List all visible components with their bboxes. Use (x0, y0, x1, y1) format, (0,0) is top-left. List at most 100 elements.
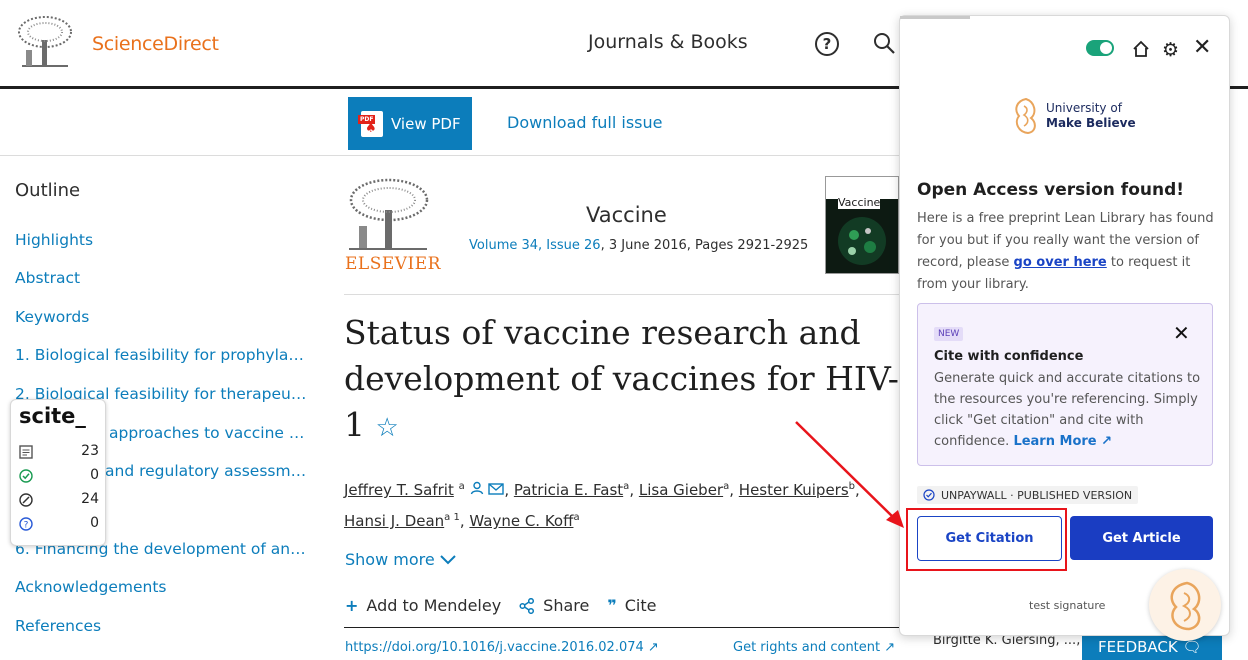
author-name[interactable]: Patricia E. Fast (514, 481, 623, 499)
learn-more-link[interactable]: Learn More ↗ (1013, 434, 1112, 449)
pdf-icon: PDF ♠ (358, 110, 383, 137)
rights-text: Get rights and content (733, 640, 881, 655)
plus-icon: + (345, 596, 359, 615)
document-icon (19, 445, 33, 459)
person-icon[interactable] (470, 481, 484, 495)
university-name: University of Make Believe (1046, 101, 1136, 131)
outline-item-section-4[interactable]: and regulatory assessme… (105, 462, 309, 480)
lean-library-fab[interactable] (1149, 569, 1221, 641)
author-name[interactable]: Hansi J. Dean (344, 512, 444, 530)
author-affiliation: a (573, 512, 580, 523)
gear-icon[interactable]: ⚙ (1162, 39, 1179, 61)
scite-logo: scite_ (19, 404, 86, 428)
contrast-circle-icon (19, 493, 33, 507)
university-line-2: Make Believe (1046, 116, 1136, 130)
new-badge: NEW (934, 327, 964, 341)
share-label: Share (543, 596, 590, 615)
cite-card-title: Cite with confidence (934, 349, 1084, 364)
outline-item-section-1[interactable]: 1. Biological feasibility for prophylact… (15, 346, 310, 364)
cite-with-confidence-card: NEW ✕ Cite with confidence Generate quic… (917, 303, 1213, 466)
scite-row-unclassified[interactable]: ? 0 (19, 515, 99, 535)
author-affiliation: a (623, 481, 630, 492)
author-name[interactable]: Jeffrey T. Safrit (344, 481, 454, 499)
show-more-toggle[interactable]: Show more (345, 550, 456, 569)
elsevier-publisher-logo[interactable] (345, 176, 431, 252)
scite-row-mentions[interactable]: 23 (19, 443, 99, 463)
lean-library-logo-icon (1170, 581, 1201, 631)
issue-info: Volume 34, Issue 26, 3 June 2016, Pages … (469, 238, 808, 253)
help-icon[interactable]: ? (815, 32, 839, 56)
close-icon[interactable]: ✕ (1193, 35, 1211, 60)
scite-row-supporting[interactable]: 0 (19, 467, 99, 487)
scite-count: 0 (90, 515, 99, 531)
go-over-here-link[interactable]: go over here (1014, 255, 1107, 270)
get-article-button[interactable]: Get Article (1070, 516, 1213, 560)
doi-text: https://doi.org/10.1016/j.vaccine.2016.0… (345, 640, 644, 655)
svg-text:?: ? (24, 521, 29, 531)
extension-toggle[interactable] (1086, 40, 1114, 56)
author-affiliation: a 1 (444, 512, 460, 523)
author-name[interactable]: Lisa Gieber (639, 481, 723, 499)
quote-icon: ❞ (607, 596, 617, 615)
learn-more-label: Learn More (1013, 434, 1097, 449)
show-more-label: Show more (345, 550, 435, 569)
article-header-divider (344, 294, 900, 295)
highlight-box (906, 508, 1067, 571)
scite-count: 0 (90, 467, 99, 483)
journal-cover-image[interactable]: Vaccine (825, 176, 899, 274)
external-link-icon: ↗ (884, 640, 896, 655)
toggle-knob (1100, 42, 1112, 54)
scite-count: 24 (81, 491, 99, 507)
outline-item-highlights[interactable]: Highlights (15, 231, 310, 249)
email-icon[interactable] (488, 483, 505, 495)
star-icon[interactable]: ☆ (376, 413, 399, 443)
issue-link[interactable]: Volume 34, Issue 26 (469, 238, 601, 253)
search-icon[interactable] (873, 32, 895, 54)
cite-label: Cite (624, 596, 657, 615)
get-rights-link[interactable]: Get rights and content ↗ (733, 640, 895, 655)
elsevier-tree-logo[interactable] (14, 14, 76, 70)
close-icon[interactable]: ✕ (1173, 321, 1190, 345)
unpaywall-label: UNPAYWALL · PUBLISHED VERSION (941, 488, 1133, 502)
view-pdf-button[interactable]: PDF ♠ View PDF (348, 97, 472, 150)
scite-row-mentioning[interactable]: 24 (19, 491, 99, 511)
unpaywall-badge: UNPAYWALL · PUBLISHED VERSION (917, 486, 1139, 504)
author-name[interactable]: Wayne C. Koff (469, 512, 573, 530)
cite-button[interactable]: ❞ Cite (607, 596, 656, 615)
outline-item-section-3[interactable]: approaches to vaccine dev… (109, 424, 309, 442)
article-actions: + Add to Mendeley Share ❞ Cite (345, 596, 656, 615)
chevron-down-icon (440, 555, 456, 565)
doi-link[interactable]: https://doi.org/10.1016/j.vaccine.2016.0… (345, 640, 659, 655)
download-full-issue-link[interactable]: Download full issue (507, 113, 662, 132)
share-button[interactable]: Share (519, 596, 589, 615)
university-logo (1015, 97, 1036, 135)
sciencedirect-brand[interactable]: ScienceDirect (92, 33, 219, 55)
journal-title[interactable]: Vaccine (586, 203, 667, 227)
view-pdf-label: View PDF (391, 114, 461, 133)
toolbar-divider (0, 155, 900, 156)
outline-item-acknowledgements[interactable]: Acknowledgements (15, 578, 310, 596)
share-icon (519, 597, 535, 614)
acrobat-symbol: ♠ (365, 120, 377, 136)
university-line-1: University of (1046, 101, 1122, 115)
check-circle-icon (19, 469, 33, 483)
mendeley-label: Add to Mendeley (366, 596, 502, 615)
outline-item-references[interactable]: References (15, 617, 310, 635)
signature-text: test signature (1029, 599, 1106, 612)
open-access-heading: Open Access version found! (917, 180, 1185, 200)
journals-books-link[interactable]: Journals & Books (588, 31, 748, 53)
add-to-mendeley-button[interactable]: + Add to Mendeley (345, 596, 501, 615)
outline-item-abstract[interactable]: Abstract (15, 269, 310, 287)
outline-title: Outline (15, 180, 81, 201)
question-circle-icon: ? (19, 517, 33, 531)
check-circle-icon (923, 489, 935, 501)
cite-card-text: Generate quick and accurate citations to… (934, 368, 1202, 452)
outline-item-keywords[interactable]: Keywords (15, 308, 310, 326)
cover-artwork (838, 217, 886, 265)
actions-divider (344, 627, 900, 628)
annotation-arrow-icon (795, 421, 904, 528)
scite-widget[interactable]: scite_ 23 0 24 ? 0 (10, 399, 106, 546)
home-icon[interactable] (1132, 40, 1150, 58)
author-affiliation: a (458, 481, 465, 492)
cover-title: Vaccine (838, 196, 881, 209)
